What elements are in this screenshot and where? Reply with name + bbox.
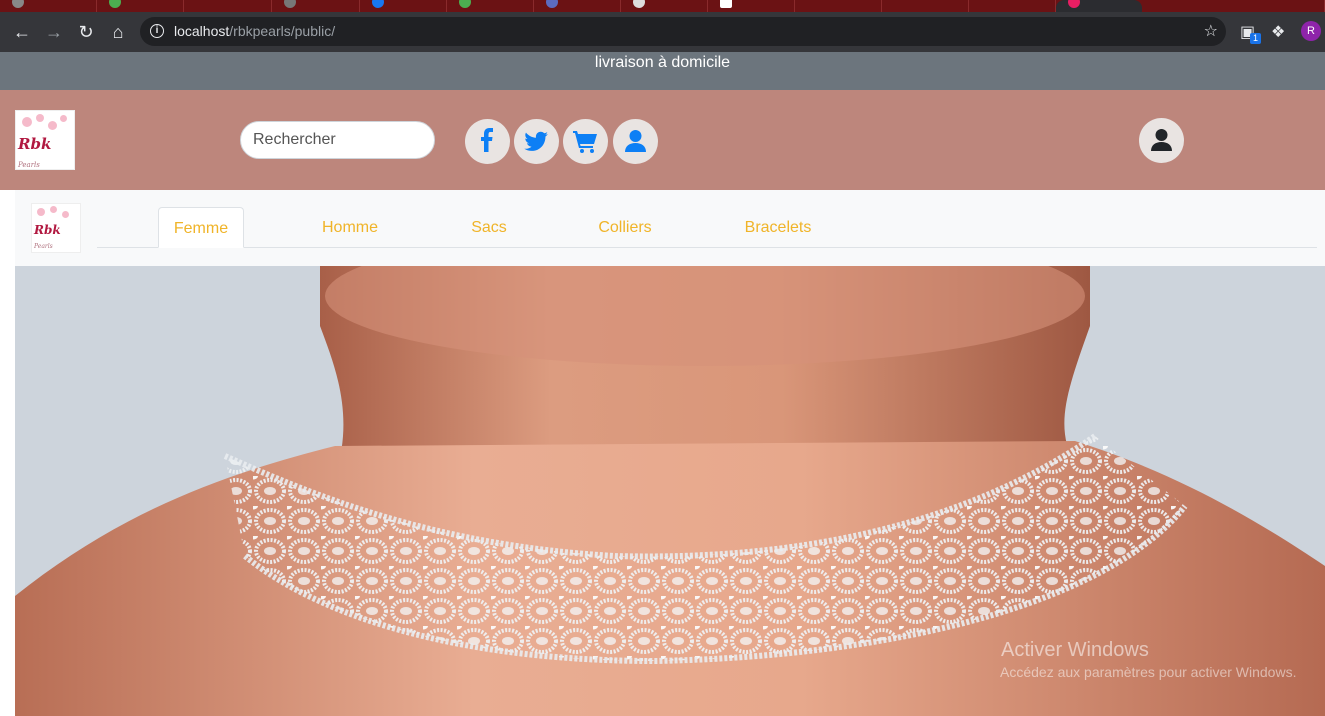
twitter-button[interactable] <box>514 119 559 164</box>
browser-tab[interactable] <box>0 0 97 12</box>
browser-tab[interactable] <box>969 0 1056 12</box>
browser-tab[interactable] <box>272 0 360 12</box>
url-text[interactable]: localhost/rbkpearls/public/ <box>174 23 335 39</box>
navbar-logo[interactable]: Rbk Pearls <box>31 203 81 253</box>
user-button[interactable] <box>613 119 658 164</box>
puzzle-icon[interactable]: ❖ <box>1271 22 1285 42</box>
browser-tab-strip <box>0 0 1325 12</box>
reload-icon[interactable]: ↻ <box>74 20 98 44</box>
forward-arrow-icon[interactable]: → <box>42 20 66 44</box>
browser-tab[interactable] <box>1142 0 1325 12</box>
address-bar[interactable]: i localhost/rbkpearls/public/ ☆ <box>140 17 1226 46</box>
browser-tab[interactable] <box>534 0 621 12</box>
extension-badge: 1 <box>1250 33 1261 44</box>
tab-femme[interactable]: Femme <box>158 207 244 248</box>
browser-tab[interactable] <box>360 0 447 12</box>
browser-tab[interactable] <box>97 0 184 12</box>
tab-bracelets[interactable]: Bracelets <box>730 207 826 248</box>
tab-colliers[interactable]: Colliers <box>585 207 665 248</box>
site-header: Rbk Pearls <box>0 90 1325 190</box>
delivery-banner: livraison à domicile <box>0 52 1325 90</box>
site-logo[interactable]: Rbk Pearls <box>15 110 75 170</box>
cart-button[interactable] <box>563 119 608 164</box>
account-button[interactable] <box>1139 118 1184 163</box>
cart-icon <box>573 131 597 153</box>
browser-tab-active[interactable] <box>1056 0 1142 12</box>
browser-tab[interactable] <box>882 0 969 12</box>
windows-watermark-title: Activer Windows <box>1001 639 1149 661</box>
logo-text: Rbk <box>18 135 52 153</box>
profile-avatar[interactable]: R <box>1301 21 1321 41</box>
browser-toolbar: ← → ↻ ⌂ i localhost/rbkpearls/public/ ☆ … <box>0 12 1325 52</box>
logo-subtext: Pearls <box>18 161 40 169</box>
browser-tab[interactable] <box>184 0 272 12</box>
twitter-icon <box>524 131 548 151</box>
account-user-icon <box>1151 129 1172 151</box>
user-icon <box>625 130 646 152</box>
url-host: localhost <box>174 23 230 39</box>
tabs-divider <box>97 247 1317 248</box>
home-icon[interactable]: ⌂ <box>106 20 130 44</box>
bookmark-star-icon[interactable]: ☆ <box>1204 21 1218 41</box>
category-navbar: Rbk Pearls Femme Homme Sacs Colliers Bra… <box>15 190 1325 266</box>
search-input[interactable] <box>240 121 435 159</box>
browser-tab[interactable] <box>795 0 882 12</box>
info-icon[interactable]: i <box>150 24 164 38</box>
delivery-text: livraison à domicile <box>594 54 731 71</box>
back-arrow-icon[interactable]: ← <box>10 20 34 44</box>
facebook-icon <box>481 128 493 152</box>
tab-homme[interactable]: Homme <box>305 207 395 248</box>
url-path: /rbkpearls/public/ <box>229 23 336 39</box>
browser-tab[interactable] <box>708 0 795 12</box>
browser-tab[interactable] <box>447 0 534 12</box>
facebook-button[interactable] <box>465 119 510 164</box>
logo-subtext: Pearls <box>34 243 53 250</box>
windows-watermark-subtitle: Accédez aux paramètres pour activer Wind… <box>1000 664 1297 680</box>
browser-tab[interactable] <box>621 0 708 12</box>
logo-text: Rbk <box>34 223 61 237</box>
tab-sacs[interactable]: Sacs <box>455 207 523 248</box>
